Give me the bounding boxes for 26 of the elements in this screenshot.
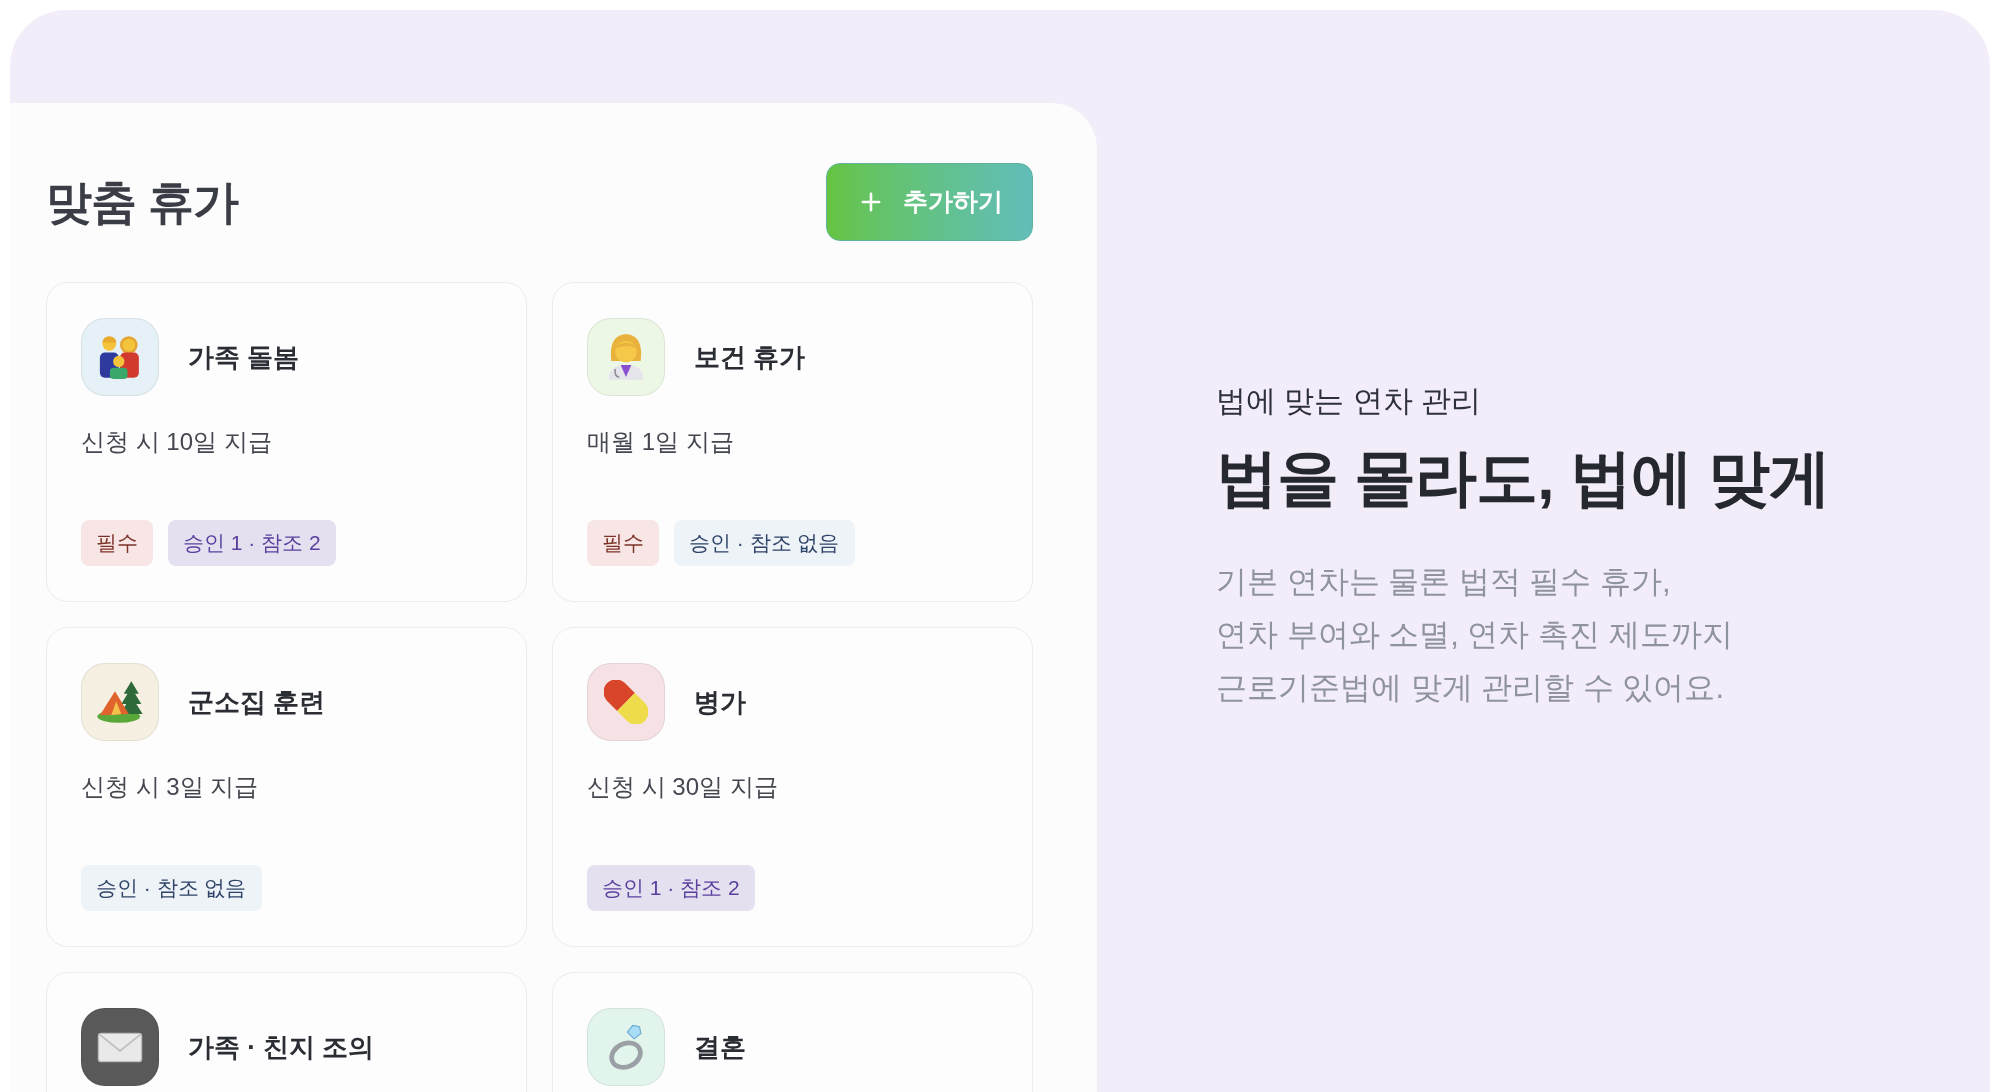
grant-text: 신청 시 10일 지급	[81, 427, 272, 457]
leave-card[interactable]: 군소집 훈련 신청 시 3일 지급 승인 · 참조 없음	[46, 627, 527, 947]
card-title: 보건 휴가	[694, 340, 806, 374]
grant-text: 매월 1일 지급	[587, 427, 734, 457]
grant-text: 신청 시 30일 지급	[587, 772, 778, 802]
tag: 승인 1 · 참조 2	[587, 865, 755, 911]
tag: 필수	[587, 520, 659, 566]
tag: 승인 1 · 참조 2	[168, 520, 336, 566]
card-title: 군소집 훈련	[188, 685, 326, 719]
section-title: 맞춤 휴가	[46, 179, 238, 225]
tag: 승인 · 참조 없음	[674, 520, 855, 566]
leave-card[interactable]: 가족 돌봄 신청 시 10일 지급 필수 승인 1 · 참조 2	[46, 282, 527, 602]
card-title: 가족 돌봄	[188, 340, 300, 374]
leave-card[interactable]: 보건 휴가 매월 1일 지급 필수 승인 · 참조 없음	[552, 282, 1033, 602]
headline: 법을 몰라도, 법에 맞게	[1216, 441, 1831, 514]
eyebrow-text: 법에 맞는 연차 관리	[1216, 382, 1482, 419]
description-text: 기본 연차는 물론 법적 필수 휴가, 연차 부여와 소멸, 연차 촉진 제도까지 근로기준법에 맞게 관리할 수 있어요.	[1216, 563, 1734, 708]
card-title: 결혼	[694, 1030, 746, 1064]
card-title: 가족 · 친지 조의	[188, 1030, 375, 1064]
leave-card[interactable]: 병가 신청 시 30일 지급 승인 1 · 참조 2	[552, 627, 1033, 947]
leave-card[interactable]: 결혼	[552, 972, 1033, 1092]
grant-text: 신청 시 3일 지급	[81, 772, 259, 802]
tag: 승인 · 참조 없음	[81, 865, 262, 911]
leave-card[interactable]: 가족 · 친지 조의	[46, 972, 527, 1092]
tag: 필수	[81, 520, 153, 566]
card-title: 병가	[694, 685, 746, 719]
